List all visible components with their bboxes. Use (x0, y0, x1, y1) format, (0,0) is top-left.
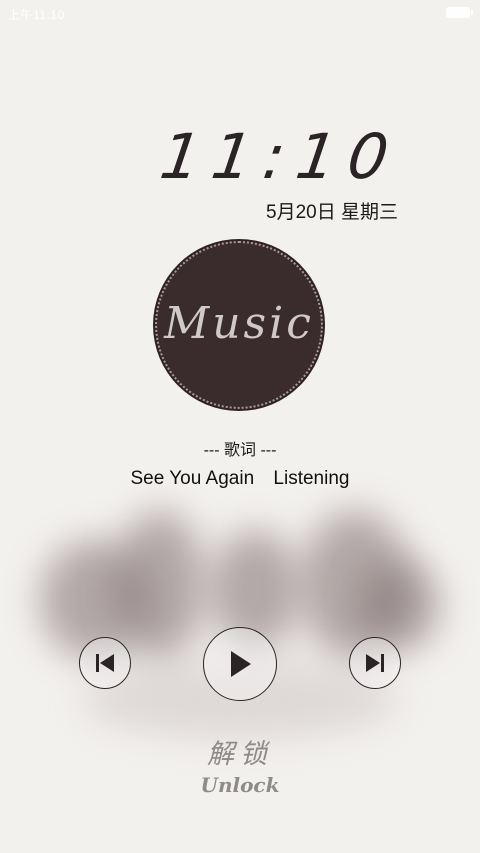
next-track-button[interactable] (349, 637, 401, 689)
song-title: See You Again (130, 468, 255, 489)
status-time: 上午11:10 (8, 8, 65, 22)
battery-icon (446, 7, 473, 18)
skip-previous-icon (96, 654, 114, 672)
play-button[interactable] (203, 627, 277, 701)
unlock-control[interactable]: 解锁 Unlock (0, 732, 480, 797)
status-bar: 上午11:10 (0, 0, 480, 26)
lock-clock: 11:10 (156, 120, 406, 193)
music-disc[interactable]: Music (155, 241, 323, 409)
playback-state: Listening (273, 468, 350, 489)
lyrics-heading[interactable]: --- 歌词 --- (0, 436, 480, 460)
now-playing: See You Again Listening (0, 468, 480, 490)
skip-next-icon (366, 654, 384, 672)
previous-track-button[interactable] (79, 637, 131, 689)
lock-date: 5月20日 星期三 (266, 202, 398, 223)
unlock-label-en: Unlock (200, 773, 280, 797)
music-label: Music (164, 297, 314, 349)
play-icon (231, 651, 251, 677)
unlock-label-cn: 解锁 (207, 739, 273, 770)
